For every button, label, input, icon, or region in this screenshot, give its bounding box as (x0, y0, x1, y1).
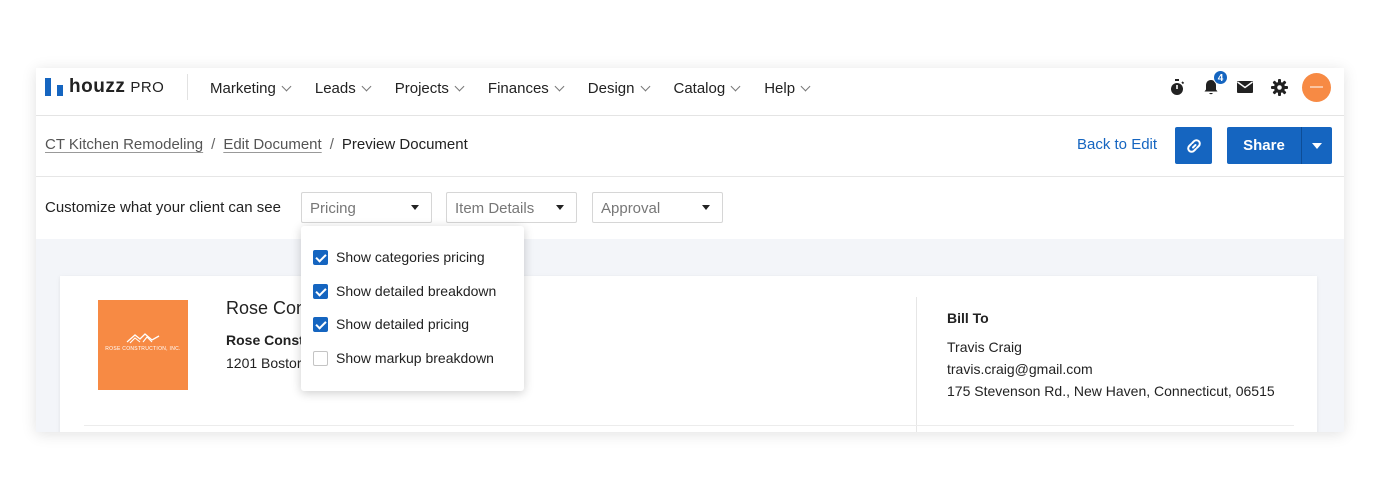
breadcrumb-separator: / (329, 136, 334, 153)
chevron-down-icon (640, 81, 650, 91)
avatar[interactable] (1302, 72, 1331, 102)
bill-to-title: Bill To (947, 310, 989, 326)
notification-badge: 4 (1213, 70, 1228, 85)
company-address: 1201 Bostor (226, 355, 302, 371)
caret-down-icon (556, 205, 564, 210)
column-divider (916, 297, 917, 432)
link-icon (1186, 138, 1201, 153)
mail-icon[interactable] (1235, 77, 1255, 97)
brand-suffix: PRO (130, 78, 165, 96)
nav-item-label: Design (587, 79, 635, 97)
share-divider (1301, 127, 1302, 164)
chevron-down-icon (800, 81, 811, 91)
section-divider (84, 425, 1294, 426)
app-window: houzz PRO Marketing Leads Projects Finan… (36, 68, 1344, 432)
nav-icons: 4 (1153, 70, 1331, 103)
approval-select[interactable]: Approval (592, 192, 723, 223)
top-nav: houzz PRO Marketing Leads Projects Finan… (36, 68, 1344, 116)
chevron-down-icon (730, 81, 741, 91)
caret-down-icon (702, 205, 710, 210)
caret-down-icon (411, 205, 419, 210)
option-label: Show detailed breakdown (336, 283, 497, 299)
chevron-down-icon (281, 81, 292, 91)
chevron-down-icon (361, 81, 372, 91)
nav-item-finances[interactable]: Finances (487, 79, 565, 97)
option-show-categories-pricing[interactable]: Show categories pricing (313, 247, 485, 267)
nav-item-design[interactable]: Design (587, 79, 650, 97)
checkbox-checked[interactable] (313, 249, 328, 265)
chevron-down-icon (554, 81, 565, 91)
option-label: Show detailed pricing (336, 316, 470, 332)
option-show-detailed-pricing[interactable]: Show detailed pricing (313, 314, 469, 334)
preview-canvas: ROSE CONSTRUCTION, INC. Rose Con Rose Co… (36, 239, 1344, 432)
logo-company-text: ROSE CONSTRUCTION, INC. (105, 346, 181, 352)
breadcrumb-project-link[interactable]: CT Kitchen Remodeling (45, 136, 203, 153)
nav-item-label: Projects (394, 79, 449, 97)
nav-menu: Marketing Leads Projects Finances Design… (210, 68, 834, 108)
share-dropdown-caret-icon[interactable] (1312, 143, 1322, 149)
company-title: Rose Con (226, 298, 307, 318)
breadcrumb-edit-document-link[interactable]: Edit Document (223, 136, 321, 153)
pricing-dropdown-menu: Show categories pricing Show detailed br… (301, 226, 524, 391)
nav-item-marketing[interactable]: Marketing (210, 79, 292, 97)
customize-bar: Customize what your client can see Prici… (36, 177, 1344, 239)
breadcrumb-bar: CT Kitchen Remodeling / Edit Document / … (36, 116, 1344, 177)
breadcrumb-separator: / (211, 136, 216, 153)
stopwatch-icon[interactable] (1167, 77, 1187, 97)
nav-item-label: Help (764, 79, 796, 97)
roof-icon (126, 333, 160, 344)
nav-item-label: Marketing (210, 79, 276, 97)
option-label: Show categories pricing (336, 249, 485, 265)
company-logo: ROSE CONSTRUCTION, INC. (98, 300, 188, 390)
approval-select-value: Approval (601, 200, 661, 217)
checkbox-checked[interactable] (313, 283, 328, 299)
nav-item-label: Finances (487, 79, 549, 97)
option-show-markup-breakdown[interactable]: Show markup breakdown (313, 348, 494, 368)
bill-to-email: travis.craig@gmail.com (947, 361, 1093, 377)
document-preview: ROSE CONSTRUCTION, INC. Rose Con Rose Co… (60, 276, 1317, 432)
nav-item-label: Leads (314, 79, 356, 97)
option-show-detailed-breakdown[interactable]: Show detailed breakdown (313, 281, 496, 301)
option-label: Show markup breakdown (336, 350, 494, 366)
copy-link-button[interactable] (1175, 127, 1212, 164)
houzz-pro-logo[interactable]: houzz PRO (45, 76, 164, 98)
nav-item-catalog[interactable]: Catalog (673, 79, 741, 97)
share-button[interactable]: Share (1227, 127, 1332, 164)
nav-item-projects[interactable]: Projects (394, 79, 465, 97)
bill-to-name: Travis Craig (947, 339, 1022, 355)
chevron-down-icon (454, 81, 465, 91)
share-button-label: Share (1243, 137, 1285, 154)
pricing-select-value: Pricing (310, 200, 356, 217)
brand-name: houzz (69, 76, 126, 97)
company-name: Rose Const (226, 332, 304, 348)
customize-label: Customize what your client can see (45, 199, 281, 216)
pricing-select[interactable]: Pricing (301, 192, 432, 223)
breadcrumb-current: Preview Document (341, 136, 468, 153)
nav-item-label: Catalog (673, 79, 726, 97)
nav-item-help[interactable]: Help (764, 79, 811, 97)
checkbox-unchecked[interactable] (313, 350, 328, 366)
checkbox-checked[interactable] (313, 316, 328, 332)
back-to-edit-link[interactable]: Back to Edit (1077, 136, 1157, 153)
houzz-logo-icon (45, 78, 63, 96)
breadcrumb: CT Kitchen Remodeling / Edit Document / … (45, 136, 468, 153)
nav-item-leads[interactable]: Leads (314, 79, 372, 97)
gear-icon[interactable] (1269, 77, 1289, 97)
item-details-select-value: Item Details (455, 200, 535, 217)
bell-icon[interactable]: 4 (1201, 70, 1228, 97)
bill-to-address: 175 Stevenson Rd., New Haven, Connecticu… (947, 383, 1275, 399)
item-details-select[interactable]: Item Details (446, 192, 577, 223)
nav-divider (187, 74, 188, 100)
